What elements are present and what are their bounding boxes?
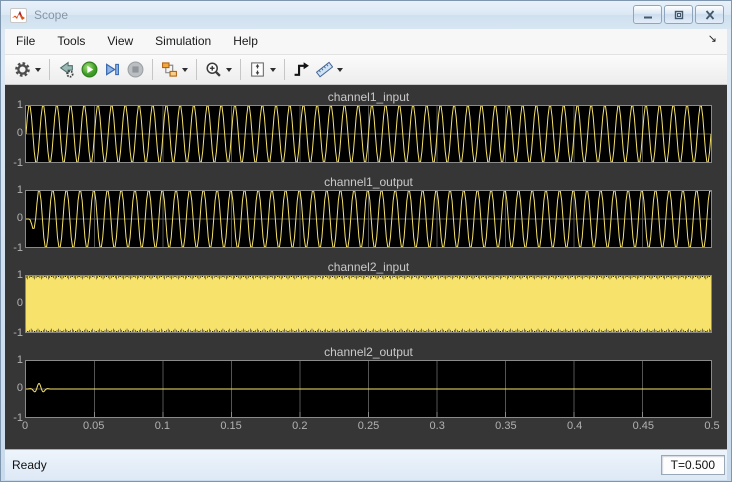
x-tick-label: 0.3	[430, 420, 445, 432]
y-tick-label: 0	[5, 382, 23, 394]
menu-item-help[interactable]: Help	[222, 29, 269, 54]
y-tick-label: 0	[5, 297, 23, 309]
simulink-arrow-icon	[58, 61, 75, 78]
scope-window: Scope FileToolsViewSimulationHelp ↘	[0, 0, 732, 482]
y-tick-label: -1	[5, 327, 23, 339]
matlab-logo-icon	[10, 8, 27, 23]
dock-arrow-icon[interactable]: ↘	[708, 32, 717, 45]
title-bar[interactable]: Scope	[1, 1, 731, 29]
y-tick-label: -1	[5, 242, 23, 254]
step-forward-button[interactable]	[101, 59, 124, 80]
step-forward-icon	[104, 61, 121, 78]
x-tick-label: 0.1	[155, 420, 170, 432]
x-tick-label: 0.4	[567, 420, 582, 432]
signal-selector-button[interactable]	[158, 59, 191, 80]
toolbar-separator	[49, 59, 50, 80]
menu-item-file[interactable]: File	[5, 29, 46, 54]
stop-icon	[127, 61, 144, 78]
x-tick-label: 0.15	[220, 420, 241, 432]
trigger-button[interactable]	[290, 59, 313, 80]
toolbar-separator	[152, 59, 153, 80]
y-tick-label: 1	[5, 354, 23, 366]
y-tick-label: -1	[5, 157, 23, 169]
x-axis-labels: 00.050.10.150.20.250.30.350.40.450.5	[25, 418, 712, 435]
chart-channel2-output: channel2_output 10-1	[5, 345, 727, 418]
ruler-icon	[316, 61, 333, 78]
y-tick-label: 1	[5, 184, 23, 196]
menu-item-tools[interactable]: Tools	[46, 29, 96, 54]
x-tick-label: 0.35	[495, 420, 516, 432]
x-tick-label: 0.2	[292, 420, 307, 432]
y-tick-label: 0	[5, 127, 23, 139]
simulation-time: T=0.500	[661, 455, 725, 475]
window-title: Scope	[34, 8, 68, 22]
y-tick-label: 1	[5, 99, 23, 111]
chevron-down-icon	[337, 68, 343, 72]
stop-button[interactable]	[124, 59, 147, 80]
chart-channel1-input: channel1_input 10-1	[5, 90, 727, 163]
chevron-down-icon	[226, 68, 232, 72]
chart-title: channel1_input	[25, 90, 712, 105]
status-text: Ready	[5, 458, 661, 472]
run-button[interactable]	[78, 59, 101, 80]
highlight-block-button[interactable]	[55, 59, 78, 80]
toolbar-separator	[240, 59, 241, 80]
x-tick-label: 0.25	[358, 420, 379, 432]
toolbar-separator	[196, 59, 197, 80]
x-tick-label: 0.05	[83, 420, 104, 432]
chevron-down-icon	[35, 68, 41, 72]
chart-title: channel2_input	[25, 260, 712, 275]
parameters-button[interactable]	[11, 59, 44, 80]
toolbar-separator	[284, 59, 285, 80]
y-tick-label: 1	[5, 269, 23, 281]
chart-axes: 10-1	[25, 275, 712, 333]
chart-title: channel1_output	[25, 175, 712, 190]
x-tick-label: 0.45	[633, 420, 654, 432]
magnifier-icon	[205, 61, 222, 78]
restore-button[interactable]	[664, 5, 693, 24]
minimize-button[interactable]	[633, 5, 662, 24]
zoom-button[interactable]	[202, 59, 235, 80]
menu-bar: FileToolsViewSimulationHelp ↘	[5, 29, 727, 55]
axes-scaling-button[interactable]	[246, 59, 279, 80]
chevron-down-icon	[270, 68, 276, 72]
toolbar	[5, 55, 727, 85]
gear-icon	[14, 61, 31, 78]
chart-axes: 10-1	[25, 360, 712, 418]
chevron-down-icon	[182, 68, 188, 72]
chart-axes: 10-1	[25, 105, 712, 163]
x-tick-label: 0.5	[704, 420, 719, 432]
axes-scaling-icon	[249, 61, 266, 78]
blocks-icon	[161, 61, 178, 78]
menu-item-simulation[interactable]: Simulation	[144, 29, 222, 54]
menu-item-view[interactable]: View	[96, 29, 144, 54]
trigger-icon	[293, 61, 310, 78]
status-bar: Ready T=0.500	[5, 449, 727, 480]
x-tick-label: 0	[22, 420, 28, 432]
chart-axes: 10-1	[25, 190, 712, 248]
chart-title: channel2_output	[25, 345, 712, 360]
measurements-button[interactable]	[313, 59, 346, 80]
y-tick-label: -1	[5, 412, 23, 424]
y-tick-label: 0	[5, 212, 23, 224]
scope-display: channel1_input 10-1 channel1_output 10-1…	[5, 85, 727, 449]
chart-channel2-input: channel2_input 10-1	[5, 260, 727, 333]
close-button[interactable]	[695, 5, 724, 24]
chart-channel1-output: channel1_output 10-1	[5, 175, 727, 248]
play-icon	[81, 61, 98, 78]
